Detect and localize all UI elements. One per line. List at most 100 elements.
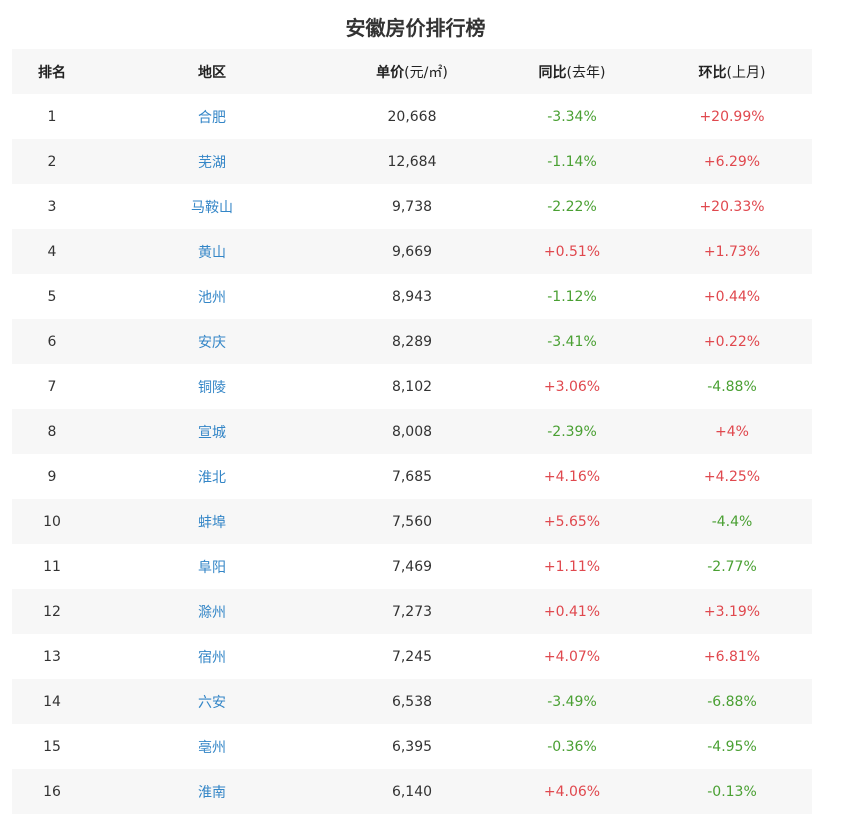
rank-cell: 11 (43, 558, 61, 575)
price-cell-text: 8,943 (391, 288, 433, 305)
table-row: 1 合肥 20,668 -3.34% +20.99% (12, 94, 812, 139)
header-price: 单价(元/㎡) (332, 62, 492, 82)
region-link-text[interactable]: 合肥 (198, 110, 226, 126)
header-yoy-sub: (去年) (566, 64, 606, 81)
yoy-cell-text: +0.51% (543, 243, 601, 260)
mom-cell-text: +20.33% (699, 198, 765, 215)
mom-cell: +20.33% (652, 199, 812, 215)
mom-cell: -0.13% (652, 784, 812, 800)
yoy-cell-text: +3.06% (543, 378, 601, 395)
region-link-text[interactable]: 黄山 (198, 245, 226, 261)
yoy-cell: +1.11% (492, 559, 652, 575)
region-link[interactable]: 亳州 (92, 737, 332, 757)
price-cell: 12,684 (332, 154, 492, 170)
region-link[interactable]: 铜陵 (92, 377, 332, 397)
region-link[interactable]: 宣城 (92, 422, 332, 442)
table-row: 4 黄山 9,669 +0.51% +1.73% (12, 229, 812, 274)
price-cell-text: 7,273 (391, 603, 433, 620)
mom-cell-text: -4.95% (707, 738, 757, 755)
region-link-text[interactable]: 铜陵 (198, 380, 226, 396)
yoy-cell: -1.14% (492, 154, 652, 170)
region-link-text[interactable]: 池州 (198, 290, 226, 306)
yoy-cell-text: -2.22% (547, 198, 597, 215)
price-cell: 20,668 (332, 109, 492, 125)
region-link[interactable]: 黄山 (92, 242, 332, 262)
yoy-cell-text: +4.07% (543, 648, 601, 665)
header-yoy-main: 同比 (538, 64, 567, 81)
mom-cell-text: +3.19% (703, 603, 761, 620)
region-link-text[interactable]: 宿州 (198, 650, 226, 666)
price-cell: 7,245 (332, 649, 492, 665)
mom-cell: -6.88% (652, 694, 812, 710)
mom-cell-text: +6.29% (703, 153, 761, 170)
rank-cell: 6 (47, 333, 57, 350)
yoy-cell-text: -1.12% (547, 288, 597, 305)
table-header: 排名 地区 单价(元/㎡) 同比(去年) 环比(上月) (12, 49, 812, 94)
yoy-cell-text: -3.49% (547, 693, 597, 710)
table-body: 1 合肥 20,668 -3.34% +20.99% 2 芜湖 12,684 -1.14% +6.… (12, 94, 812, 814)
rank-cell: 14 (43, 693, 61, 710)
region-link[interactable]: 淮北 (92, 467, 332, 487)
price-cell: 7,685 (332, 469, 492, 485)
region-link[interactable]: 滁州 (92, 602, 332, 622)
header-price-main: 单价 (376, 64, 405, 81)
price-cell: 7,273 (332, 604, 492, 620)
region-link-text[interactable]: 淮北 (198, 470, 226, 486)
region-link-text[interactable]: 马鞍山 (191, 200, 233, 216)
header-mom-sub: (上月) (726, 64, 766, 81)
region-link[interactable]: 蚌埠 (92, 512, 332, 532)
yoy-cell-text: -0.36% (547, 738, 597, 755)
region-link[interactable]: 合肥 (92, 107, 332, 127)
price-cell-text: 7,469 (391, 558, 433, 575)
yoy-cell: -2.39% (492, 424, 652, 440)
table-row: 8 宣城 8,008 -2.39% +4% (12, 409, 812, 454)
yoy-cell-text: -1.14% (547, 153, 597, 170)
header-mom: 环比(上月) (652, 62, 812, 82)
mom-cell-text: +1.73% (703, 243, 761, 260)
region-link[interactable]: 马鞍山 (92, 197, 332, 217)
price-cell: 9,738 (332, 199, 492, 215)
region-link[interactable]: 池州 (92, 287, 332, 307)
price-cell: 7,560 (332, 514, 492, 530)
yoy-cell: -1.12% (492, 289, 652, 305)
table-row: 2 芜湖 12,684 -1.14% +6.29% (12, 139, 812, 184)
header-mom-main: 环比 (698, 64, 727, 81)
region-link[interactable]: 芜湖 (92, 152, 332, 172)
mom-cell-text: +4% (715, 423, 749, 440)
region-link-text[interactable]: 安庆 (198, 335, 226, 351)
region-link-text[interactable]: 滁州 (198, 605, 226, 621)
rank-cell: 3 (47, 198, 57, 215)
price-cell: 7,469 (332, 559, 492, 575)
region-link[interactable]: 安庆 (92, 332, 332, 352)
mom-cell: +6.81% (652, 649, 812, 665)
region-link[interactable]: 阜阳 (92, 557, 332, 577)
region-link[interactable]: 宿州 (92, 647, 332, 667)
price-cell-text: 8,289 (391, 333, 433, 350)
region-link-text[interactable]: 亳州 (198, 740, 226, 756)
header-region: 地区 (198, 64, 226, 81)
table-row: 5 池州 8,943 -1.12% +0.44% (12, 274, 812, 319)
price-cell: 8,289 (332, 334, 492, 350)
region-link[interactable]: 淮南 (92, 782, 332, 802)
rank-cell: 16 (43, 783, 61, 800)
price-cell: 6,538 (332, 694, 492, 710)
mom-cell-text: -2.77% (707, 558, 757, 575)
page-title: 安徽房价排行榜 (345, 16, 486, 40)
region-link-text[interactable]: 宣城 (198, 425, 226, 441)
rank-cell: 15 (43, 738, 61, 755)
price-cell: 6,395 (332, 739, 492, 755)
region-link-text[interactable]: 蚌埠 (198, 515, 226, 531)
region-link-text[interactable]: 淮南 (198, 785, 226, 801)
region-link-text[interactable]: 芜湖 (198, 155, 226, 171)
yoy-cell: +3.06% (492, 379, 652, 395)
yoy-cell: +4.16% (492, 469, 652, 485)
region-link-text[interactable]: 六安 (198, 695, 226, 711)
region-link-text[interactable]: 阜阳 (198, 560, 226, 576)
rank-cell: 10 (43, 513, 61, 530)
price-cell: 8,102 (332, 379, 492, 395)
rank-cell: 1 (47, 108, 57, 125)
mom-cell: +4.25% (652, 469, 812, 485)
region-link[interactable]: 六安 (92, 692, 332, 712)
rank-cell: 12 (43, 603, 61, 620)
rank-cell: 8 (47, 423, 57, 440)
